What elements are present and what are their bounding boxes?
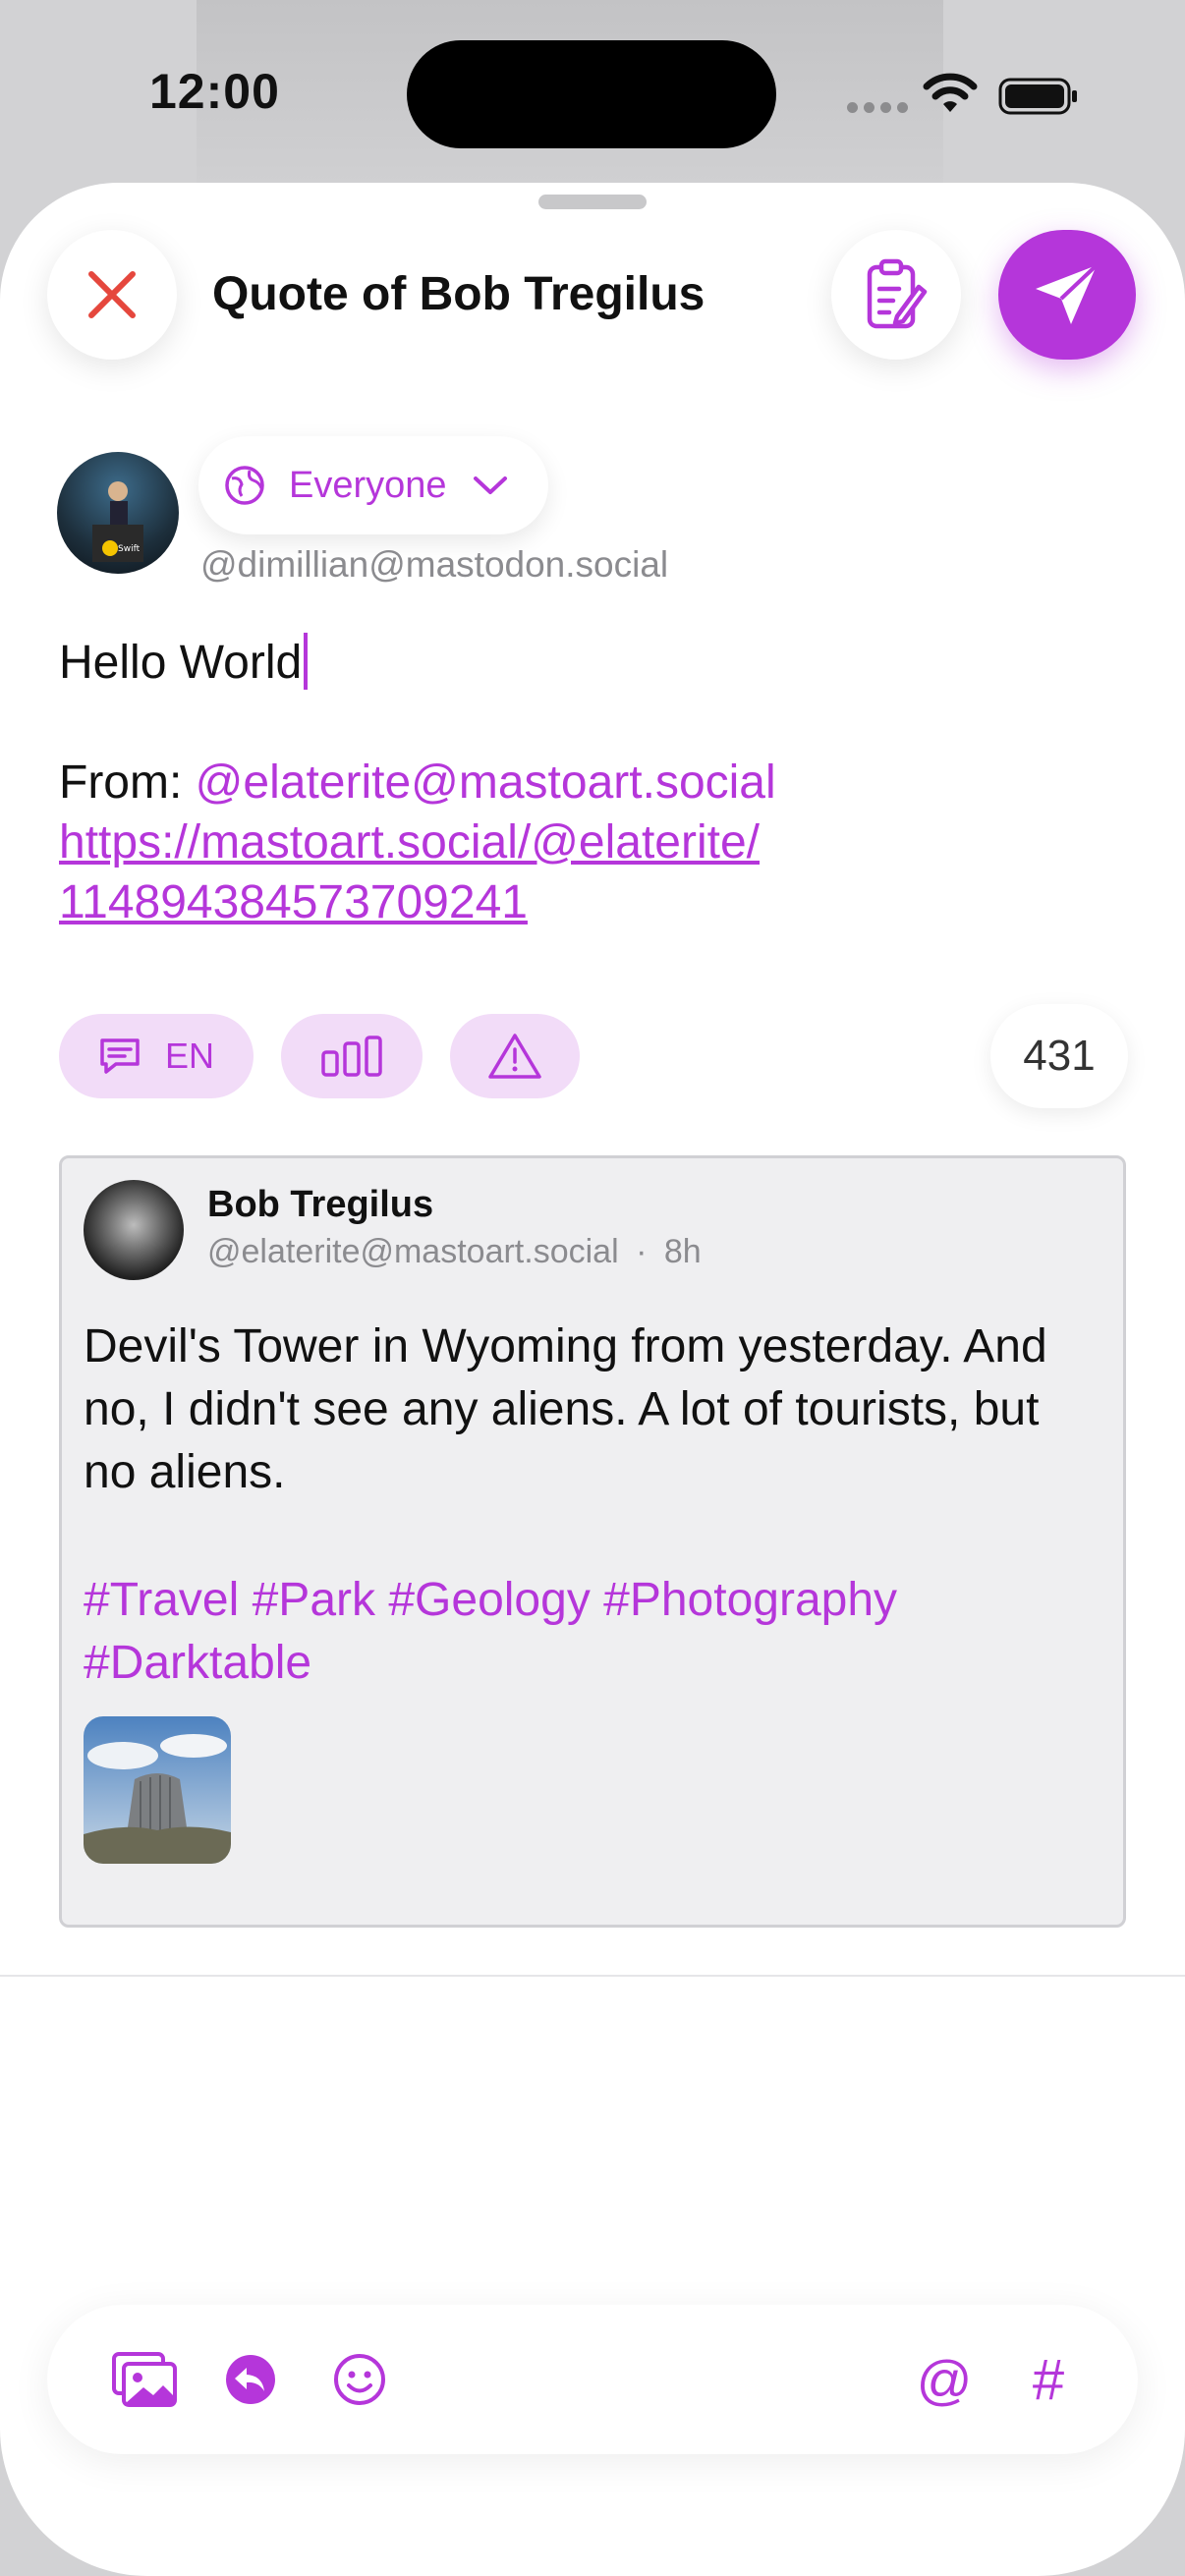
photo-library-icon[interactable]	[112, 2350, 177, 2409]
language-code: EN	[164, 1036, 214, 1076]
visibility-picker[interactable]: Everyone	[198, 436, 548, 534]
devils-tower-photo	[84, 1716, 231, 1864]
reply-icon[interactable]	[218, 2350, 283, 2409]
globe-icon	[225, 466, 264, 505]
text-caret	[304, 633, 309, 690]
account-handle: @dimillian@mastodon.social	[200, 544, 669, 585]
cellular-signal-icon	[847, 102, 908, 113]
poll-bars-icon	[321, 1036, 382, 1077]
hashtags-line-1[interactable]: #Travel #Park #Geology #Photography	[84, 1569, 1096, 1632]
quoted-time-ago: 8h	[663, 1233, 702, 1270]
speech-bubble-icon	[100, 1038, 140, 1074]
quoted-post-card[interactable]: Bob Tregilus @elaterite@mastoart.social …	[59, 1155, 1126, 1928]
from-label: From:	[59, 756, 196, 809]
svg-text:Swift: Swift	[118, 544, 141, 554]
divider	[0, 1975, 1185, 1977]
character-count: 431	[990, 1004, 1128, 1108]
poll-button[interactable]	[281, 1014, 423, 1098]
quoted-post-image[interactable]	[84, 1716, 231, 1864]
quote-link[interactable]: https://mastoart.social/@elaterite/ 1148…	[59, 812, 1130, 932]
compose-text-editor[interactable]: Hello World From: @elaterite@mastoart.so…	[59, 633, 1130, 932]
compose-quote-source: From: @elaterite@mastoart.social	[59, 753, 1130, 812]
compose-toolbar: @ #	[47, 2305, 1138, 2454]
warning-triangle-icon	[488, 1034, 541, 1079]
chevron-down-icon	[473, 476, 507, 494]
wifi-icon	[923, 73, 978, 112]
sheet-grabber[interactable]	[538, 195, 647, 209]
quoted-author-meta: @elaterite@mastoart.social · 8h	[207, 1233, 702, 1271]
at-mention-icon[interactable]: @	[912, 2349, 977, 2411]
clipboard-edit-icon	[867, 258, 928, 329]
emoji-icon[interactable]	[327, 2350, 392, 2409]
drafts-button[interactable]	[831, 230, 961, 360]
close-icon	[88, 271, 136, 318]
close-button[interactable]	[47, 230, 177, 360]
send-button[interactable]	[998, 230, 1136, 360]
paper-plane-icon	[1036, 263, 1099, 324]
visibility-label: Everyone	[289, 464, 447, 506]
meta-separator: ·	[636, 1233, 648, 1270]
hashtag-icon[interactable]: #	[1016, 2348, 1081, 2412]
account-avatar[interactable]: Swift	[57, 452, 179, 574]
quoted-author-name: Bob Tregilus	[207, 1184, 434, 1225]
hashtags-line-2[interactable]: #Darktable	[84, 1632, 1096, 1695]
quoted-post-hashtags: #Travel #Park #Geology #Photography #Dar…	[84, 1569, 1096, 1695]
compose-sheet: Quote of Bob Tregilus Swift Everyone @di…	[0, 183, 1185, 2576]
compose-line-1: Hello World	[59, 633, 1130, 693]
battery-icon	[998, 78, 1077, 115]
quoted-author-avatar[interactable]	[84, 1180, 184, 1280]
status-time: 12:00	[149, 64, 280, 119]
avatar-photo: Swift	[92, 481, 143, 562]
dynamic-island	[407, 40, 776, 148]
from-mention[interactable]: @elaterite@mastoart.social	[196, 756, 776, 809]
content-warning-button[interactable]	[450, 1014, 580, 1098]
sheet-title: Quote of Bob Tregilus	[212, 268, 705, 320]
status-bar: 12:00	[0, 0, 1185, 187]
quoted-post-body: Devil's Tower in Wyoming from yesterday.…	[84, 1320, 1047, 1498]
language-button[interactable]: EN	[59, 1014, 254, 1098]
quoted-author-handle: @elaterite@mastoart.social	[207, 1233, 619, 1270]
